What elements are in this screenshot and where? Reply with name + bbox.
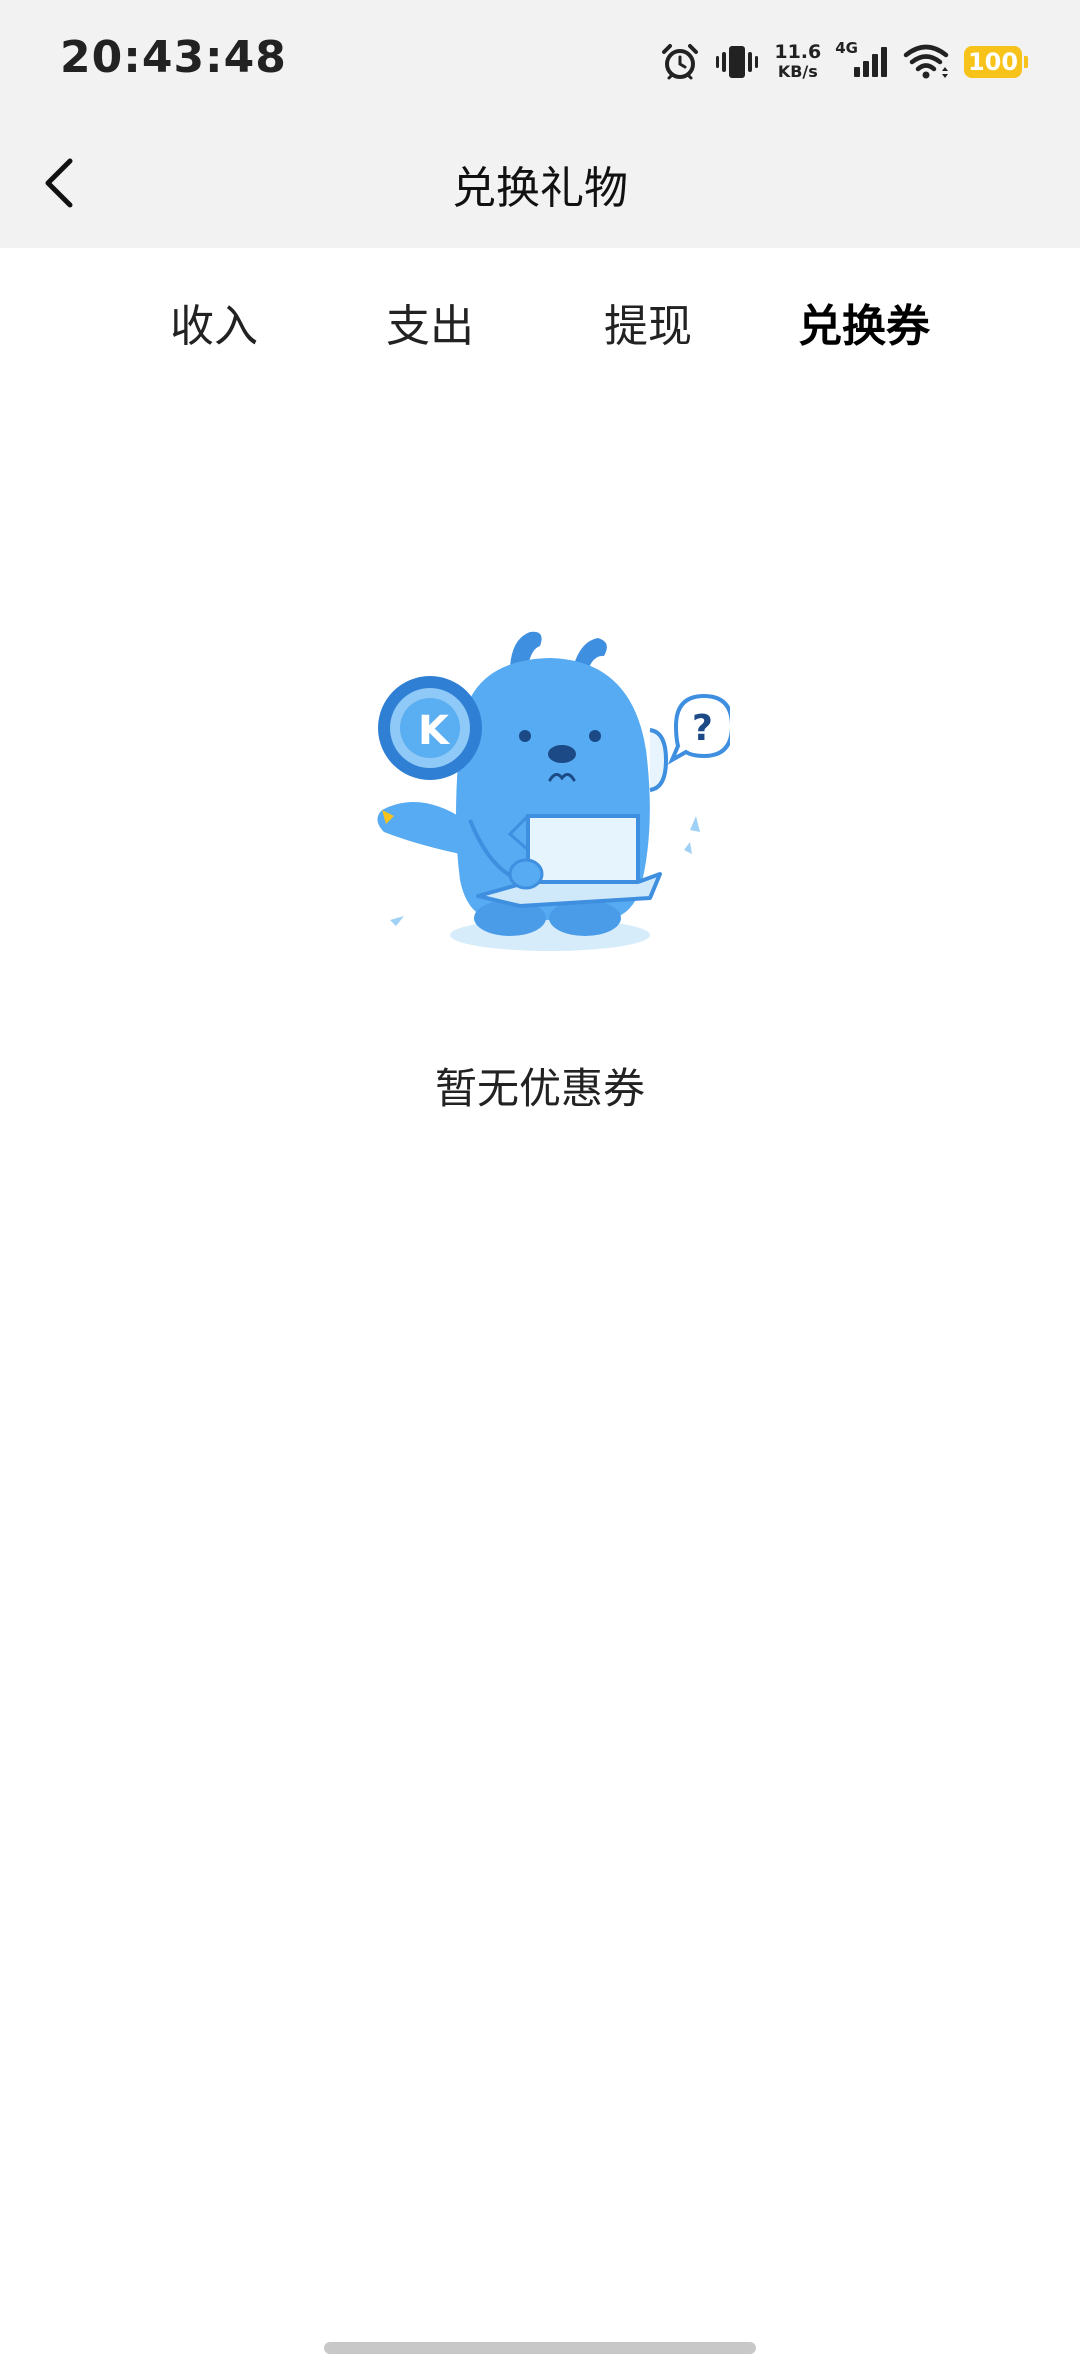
net-speed-unit: KB/s [777,62,818,81]
wifi-icon [902,43,950,81]
alarm-icon [660,42,700,82]
tab-withdraw[interactable]: 提现 [604,290,692,354]
battery-icon: 100 [964,46,1028,78]
signal-icon: 4G [835,39,888,79]
screen: 20:43:48 11.6 KB/s 4G 100 兑换礼物 收入 支出 提现 … [0,0,1080,2376]
page-title: 兑换礼物 [452,163,628,214]
tab-income[interactable]: 收入 [170,290,258,354]
vibrate-icon [714,42,760,82]
net-speed-value: 11.6 [774,41,822,63]
tab-expense[interactable]: 支出 [386,290,474,354]
empty-state-message: 暂无优惠券 [434,1064,645,1113]
svg-text:?: ? [692,708,713,749]
status-icons: 11.6 KB/s 4G 100 [660,34,1028,90]
empty-state-illustration: K ? [360,620,735,960]
top-bar: 20:43:48 11.6 KB/s 4G 100 兑换礼物 [0,0,1080,248]
home-indicator[interactable] [324,2342,756,2354]
net-speed: 11.6 KB/s [774,42,821,82]
tab-coupons[interactable]: 兑换券 [798,290,930,354]
network-type: 4G [835,39,858,57]
tab-bar: 收入 支出 提现 兑换券 [0,290,1080,380]
svg-text:K: K [418,708,451,754]
status-time: 20:43:48 [60,32,287,83]
